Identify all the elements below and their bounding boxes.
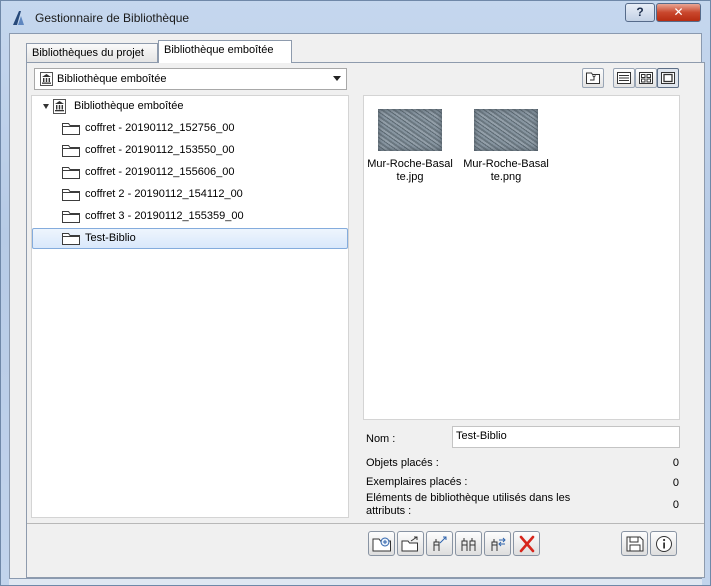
duplicate-icon bbox=[461, 538, 476, 551]
export-button[interactable] bbox=[426, 531, 453, 556]
large-icons-view-icon bbox=[661, 72, 675, 84]
list-view-button[interactable] bbox=[613, 68, 635, 88]
expand-arrow-icon[interactable] bbox=[43, 104, 49, 109]
add-folder-icon bbox=[401, 536, 418, 552]
tree-item-label: coffret - 20190112_152756_00 bbox=[85, 122, 235, 134]
tree-item[interactable]: coffret - 20190112_153550_00 bbox=[32, 140, 348, 161]
file-caption: Mur-Roche-Basal te.jpg bbox=[367, 158, 453, 183]
thumbnail-image bbox=[474, 109, 538, 151]
duplicate-button[interactable] bbox=[455, 531, 482, 556]
tree-item[interactable]: coffret - 20190112_152756_00 bbox=[32, 118, 348, 139]
folder-icon bbox=[62, 189, 80, 201]
library-icon bbox=[53, 99, 66, 114]
large-icons-view-button[interactable] bbox=[657, 68, 679, 88]
library-select-value: Bibliothèque emboîtée bbox=[57, 73, 167, 85]
library-tree[interactable]: Bibliothèque emboîtée coffret - 20190112… bbox=[31, 95, 349, 518]
status-strip bbox=[9, 579, 702, 585]
tree-item[interactable]: coffret - 20190112_155606_00 bbox=[32, 162, 348, 183]
move-icon bbox=[491, 537, 506, 551]
tree-item-label: coffret 3 - 20190112_155359_00 bbox=[85, 210, 244, 222]
tree-item-label: Test-Biblio bbox=[85, 232, 136, 244]
tree-item-label: coffret - 20190112_155606_00 bbox=[85, 166, 235, 178]
folder-icon bbox=[62, 123, 80, 135]
folder-icon bbox=[62, 145, 80, 157]
file-thumbnail[interactable]: Mur-Roche-Basal te.png bbox=[458, 109, 554, 184]
delete-button[interactable] bbox=[513, 531, 540, 556]
name-field[interactable]: Test-Biblio bbox=[452, 426, 680, 448]
folder-icon bbox=[62, 233, 80, 245]
tree-item-label: coffret 2 - 20190112_154112_00 bbox=[85, 188, 243, 200]
placed-instances-value: 0 bbox=[672, 477, 679, 489]
tree-root[interactable]: Bibliothèque emboîtée bbox=[32, 96, 348, 117]
new-folder-icon bbox=[372, 537, 391, 552]
library-manager-window: Gestionnaire de Bibliothèque ? ✕ Bibliot… bbox=[0, 0, 711, 586]
export-icon bbox=[433, 536, 447, 551]
file-thumbnail[interactable]: Mur-Roche-Basal te.jpg bbox=[362, 109, 458, 184]
dialog-body: Bibliothèques du projet Bibliothèque emb… bbox=[9, 33, 705, 579]
list-view-icon bbox=[617, 72, 631, 84]
save-button[interactable] bbox=[621, 531, 648, 556]
new-folder-button[interactable] bbox=[368, 531, 395, 556]
thumbnail-image bbox=[378, 109, 442, 151]
tab-panel: Bibliothèque emboîtée Bibliothèque emboî… bbox=[26, 62, 705, 578]
used-in-attributes-label: Eléments de bibliothèque utilisés dans l… bbox=[366, 492, 571, 517]
file-caption: Mur-Roche-Basal te.png bbox=[463, 158, 549, 183]
close-button[interactable]: ✕ bbox=[656, 3, 701, 22]
title-bar[interactable]: Gestionnaire de Bibliothèque ? ✕ bbox=[1, 1, 710, 33]
folder-icon bbox=[62, 211, 80, 223]
folder-icon bbox=[62, 167, 80, 179]
move-button[interactable] bbox=[484, 531, 511, 556]
tree-item[interactable]: coffret 2 - 20190112_154112_00 bbox=[32, 184, 348, 205]
tab-project-libraries[interactable]: Bibliothèques du projet bbox=[26, 43, 158, 63]
tab-nested-library[interactable]: Bibliothèque emboîtée bbox=[158, 40, 292, 63]
tree-item-label: coffret - 20190112_153550_00 bbox=[85, 144, 235, 156]
divider bbox=[27, 523, 704, 524]
window-title: Gestionnaire de Bibliothèque bbox=[35, 11, 190, 25]
small-icons-view-icon bbox=[639, 72, 653, 84]
chevron-down-icon[interactable] bbox=[333, 76, 341, 81]
archicad-app-icon bbox=[13, 11, 24, 25]
save-icon bbox=[626, 536, 644, 552]
info-icon bbox=[656, 536, 672, 552]
up-folder-button[interactable] bbox=[582, 68, 604, 88]
library-icon bbox=[40, 72, 53, 86]
placed-objects-value: 0 bbox=[672, 457, 679, 469]
tree-item[interactable]: coffret 3 - 20190112_155359_00 bbox=[32, 206, 348, 227]
small-icons-view-button[interactable] bbox=[635, 68, 657, 88]
add-folder-button[interactable] bbox=[397, 531, 424, 556]
info-button[interactable] bbox=[650, 531, 677, 556]
up-folder-icon bbox=[586, 72, 600, 84]
library-select[interactable]: Bibliothèque emboîtée bbox=[34, 68, 347, 90]
placed-objects-label: Objets placés : bbox=[366, 457, 439, 469]
placed-instances-label: Exemplaires placés : bbox=[366, 476, 468, 488]
name-label: Nom : bbox=[366, 433, 396, 445]
help-button[interactable]: ? bbox=[625, 3, 655, 22]
tree-root-label: Bibliothèque emboîtée bbox=[74, 100, 184, 112]
preview-pane[interactable]: Mur-Roche-Basal te.jpg Mur-Roche-Basal te.… bbox=[363, 95, 680, 420]
delete-icon bbox=[519, 535, 535, 553]
used-in-attributes-value: 0 bbox=[672, 499, 679, 511]
tree-item-selected[interactable]: Test-Biblio bbox=[32, 228, 348, 249]
